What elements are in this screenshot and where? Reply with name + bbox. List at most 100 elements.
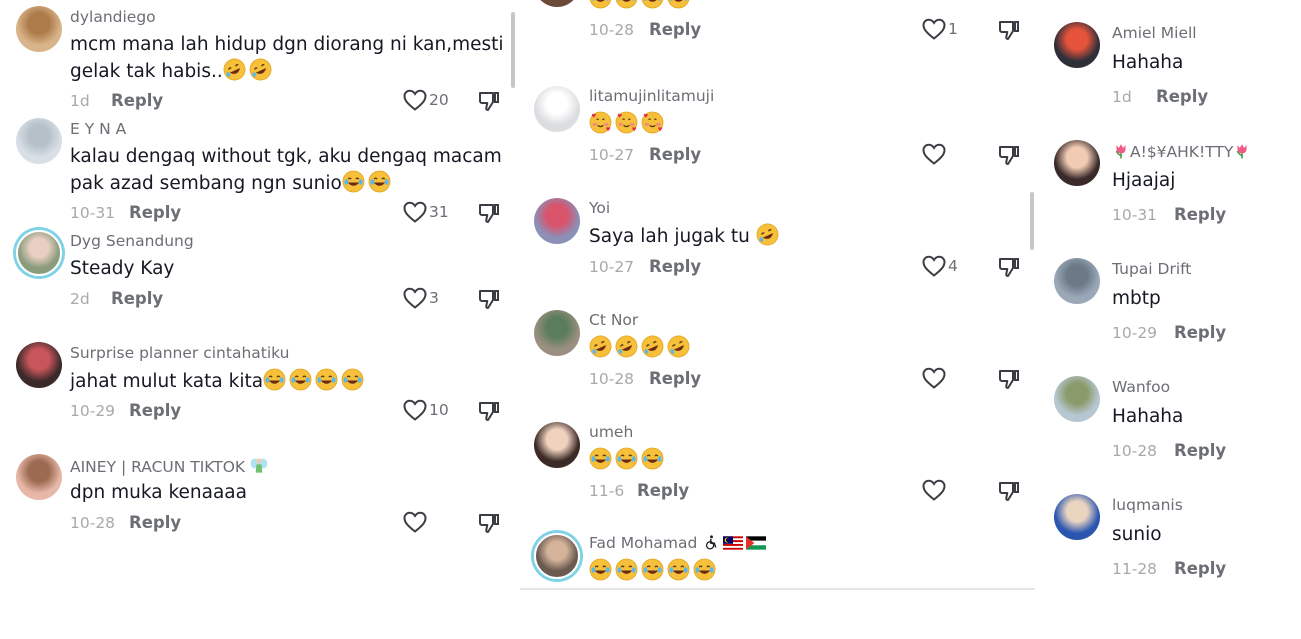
like-button[interactable] xyxy=(403,511,429,533)
scrollbar-left[interactable] xyxy=(511,12,515,88)
rofl-emoji-icon xyxy=(249,58,272,81)
comment-username[interactable]: litamujinlitamuji xyxy=(589,87,714,105)
avatar[interactable] xyxy=(1054,494,1100,540)
dislike-button[interactable] xyxy=(998,144,1020,166)
reply-button[interactable]: Reply xyxy=(129,203,181,222)
like-button[interactable]: 10 xyxy=(403,399,449,421)
reply-button[interactable]: Reply xyxy=(649,257,701,276)
reply-button[interactable]: Reply xyxy=(111,289,163,308)
joy-emoji-icon xyxy=(263,368,286,391)
reply-username[interactable]: luqmanis xyxy=(1112,496,1183,514)
reply-text: sunio xyxy=(1112,524,1162,545)
reply-button[interactable]: Reply xyxy=(111,91,163,110)
reply-date: 10-28 xyxy=(1112,442,1158,460)
username-text: luqmanis xyxy=(1112,496,1183,514)
comment-username[interactable]: Surprise planner cintahatiku xyxy=(70,344,289,362)
avatar[interactable] xyxy=(534,0,580,7)
avatar[interactable] xyxy=(16,342,62,388)
avatar[interactable] xyxy=(16,118,62,164)
like-button[interactable]: 31 xyxy=(403,201,449,223)
reply-button[interactable]: Reply xyxy=(649,20,701,39)
malaysia-flag-icon xyxy=(723,536,743,550)
reply-button[interactable]: Reply xyxy=(129,401,181,420)
like-button[interactable]: 4 xyxy=(922,255,958,277)
comment-username[interactable]: Fad Mohamad xyxy=(589,534,766,552)
dislike-button[interactable] xyxy=(998,256,1020,278)
dislike-button[interactable] xyxy=(478,288,500,310)
like-count: 20 xyxy=(429,91,449,109)
comment-text: mcm mana lah hidup dgn diorang ni kan,me… xyxy=(70,32,504,58)
scrollbar-middle[interactable] xyxy=(1030,192,1034,250)
dislike-button[interactable] xyxy=(478,202,500,224)
avatar[interactable] xyxy=(16,6,62,52)
avatar[interactable] xyxy=(16,454,62,500)
comment-username[interactable]: dylandiego xyxy=(70,8,156,26)
comment-username[interactable]: AINEY | RACUN TIKTOK xyxy=(70,456,269,476)
dislike-button[interactable] xyxy=(998,19,1020,41)
reply-username[interactable]: Amiel Miell xyxy=(1112,24,1197,42)
comment-username[interactable]: Ct Nor xyxy=(589,311,638,329)
joy-emoji-icon xyxy=(615,558,638,581)
reply-username[interactable]: Tupai Drift xyxy=(1112,260,1191,278)
like-button[interactable]: 20 xyxy=(403,89,449,111)
avatar[interactable] xyxy=(1054,376,1100,422)
joy-emoji-icon xyxy=(589,558,612,581)
like-button[interactable]: 1 xyxy=(922,18,958,40)
avatar[interactable] xyxy=(534,310,580,356)
like-button[interactable] xyxy=(922,367,948,389)
wheelchair-emoji-icon xyxy=(703,534,720,551)
comment-text: Steady Kay xyxy=(70,256,174,282)
comment-item: 10-28 Reply 1 xyxy=(518,0,1038,67)
reply-button[interactable]: Reply xyxy=(1174,205,1226,224)
reply-button[interactable]: Reply xyxy=(1174,323,1226,342)
reply-username[interactable]: Wanfoo xyxy=(1112,378,1170,396)
comment-username[interactable]: E Y N A xyxy=(70,120,126,138)
reply-button[interactable]: Reply xyxy=(637,481,689,500)
reply-text: Hjaajaj xyxy=(1112,170,1176,191)
hearts-emoji-icon xyxy=(589,111,612,134)
avatar[interactable] xyxy=(534,422,580,468)
reply-button[interactable]: Reply xyxy=(1156,87,1208,106)
like-button[interactable] xyxy=(922,479,948,501)
comment-item: litamujinlitamuji 10-27 Reply xyxy=(518,80,1038,192)
joy-emoji-icon xyxy=(667,0,690,9)
reply-text: Hahaha xyxy=(1112,52,1184,73)
rofl-emoji-icon xyxy=(641,335,664,358)
comment-item: umeh 11-6 Reply xyxy=(518,416,1038,528)
comment-username[interactable]: Yoi xyxy=(589,199,610,217)
reply-username[interactable]: A!$¥AHK!TTY xyxy=(1112,142,1251,161)
joy-emoji-icon xyxy=(641,558,664,581)
heart-icon xyxy=(922,479,946,501)
avatar[interactable] xyxy=(534,86,580,132)
like-button[interactable]: 3 xyxy=(403,287,439,309)
avatar[interactable] xyxy=(534,533,580,579)
reply-button[interactable]: Reply xyxy=(1174,441,1226,460)
avatar[interactable] xyxy=(534,198,580,244)
reply-button[interactable]: Reply xyxy=(1174,559,1226,578)
reply-button[interactable]: Reply xyxy=(649,369,701,388)
dislike-button[interactable] xyxy=(478,512,500,534)
comment-text-line: dpn muka kenaaaa xyxy=(70,482,247,503)
reply-button[interactable]: Reply xyxy=(129,513,181,532)
rofl-emoji-icon xyxy=(756,223,779,246)
username-text: AINEY | RACUN TIKTOK xyxy=(70,458,246,476)
like-button[interactable] xyxy=(922,143,948,165)
tulip-emoji-icon xyxy=(1112,142,1130,160)
joy-emoji-icon xyxy=(289,368,312,391)
comment-username[interactable]: umeh xyxy=(589,423,633,441)
reply-date: 10-31 xyxy=(1112,206,1158,224)
dislike-button[interactable] xyxy=(478,400,500,422)
avatar[interactable] xyxy=(1054,140,1100,186)
dislike-button[interactable] xyxy=(998,368,1020,390)
dislike-button[interactable] xyxy=(478,90,500,112)
reply-button[interactable]: Reply xyxy=(649,145,701,164)
comment-item: AINEY | RACUN TIKTOK dpn muka kenaaaa 10-2… xyxy=(0,448,518,560)
dislike-button[interactable] xyxy=(998,480,1020,502)
heart-icon xyxy=(403,89,427,111)
comment-text-line: kalau dengaq without tgk, aku dengaq mac… xyxy=(70,146,502,167)
avatar[interactable] xyxy=(1054,258,1100,304)
avatar[interactable] xyxy=(1054,22,1100,68)
hearts-emoji-icon xyxy=(615,111,638,134)
comment-username[interactable]: Dyg Senandung xyxy=(70,232,194,250)
avatar[interactable] xyxy=(16,230,62,276)
